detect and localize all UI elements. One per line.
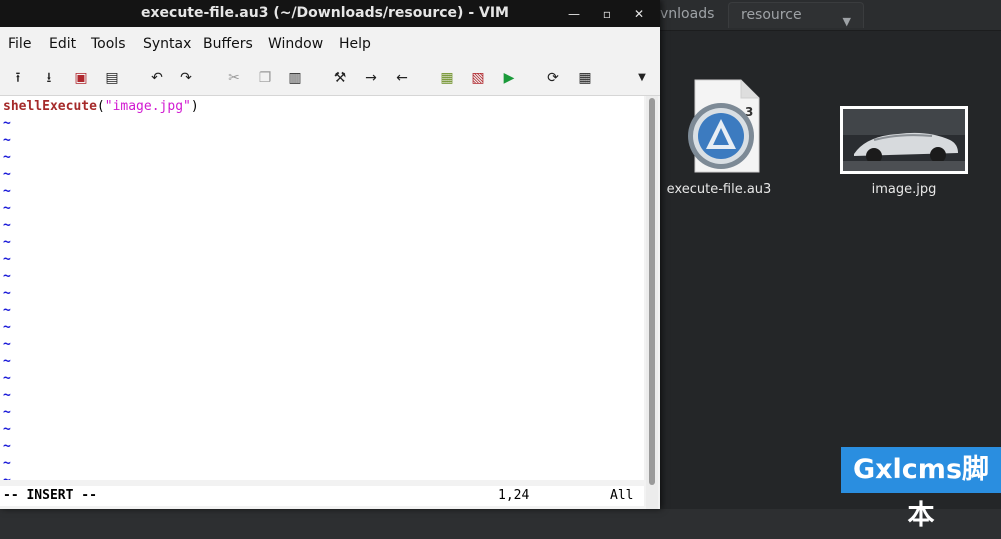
code-paren-close: ) bbox=[190, 99, 199, 114]
file-label: image.jpg bbox=[871, 182, 937, 197]
code-paren-open: ( bbox=[96, 99, 105, 114]
cut-icon[interactable]: ✂ bbox=[224, 68, 244, 88]
find-prev-icon[interactable]: ← bbox=[392, 68, 412, 88]
empty-line-marker: ~ bbox=[3, 133, 11, 148]
code-function: shellExecute bbox=[3, 99, 97, 114]
vertical-scrollbar[interactable] bbox=[646, 96, 658, 509]
editor-text-area[interactable]: shellExecute("image.jpg") ~ ~ ~ ~ ~ ~ ~ … bbox=[0, 96, 644, 480]
autoit-file-icon: 3 bbox=[688, 79, 760, 173]
save-session-icon[interactable]: ▧ bbox=[468, 68, 488, 88]
minimize-icon[interactable]: — bbox=[565, 5, 583, 23]
empty-line-marker: ~ bbox=[3, 354, 11, 369]
menu-edit[interactable]: Edit bbox=[49, 27, 76, 62]
window-title: execute-file.au3 (~/Downloads/resource) … bbox=[141, 5, 509, 21]
more-icon[interactable]: ▼ bbox=[632, 68, 652, 88]
file-item-jpg[interactable]: image.jpg bbox=[840, 106, 968, 197]
empty-line-marker: ~ bbox=[3, 269, 11, 284]
empty-line-marker: ~ bbox=[3, 218, 11, 233]
empty-line-marker: ~ bbox=[3, 320, 11, 335]
empty-line-marker: ~ bbox=[3, 439, 11, 454]
path-tab-resource-label: resource bbox=[741, 7, 802, 23]
empty-line-marker: ~ bbox=[3, 167, 11, 182]
print-icon[interactable]: ▤ bbox=[102, 68, 122, 88]
file-item-au3[interactable]: 3 execute-file.au3 bbox=[662, 78, 776, 197]
undo-icon[interactable]: ↶ bbox=[147, 68, 167, 88]
title-bar[interactable]: execute-file.au3 (~/Downloads/resource) … bbox=[0, 0, 660, 27]
save-icon[interactable]: ⭳ bbox=[39, 68, 59, 88]
path-tab-resource[interactable]: resource ▼ bbox=[728, 2, 864, 28]
menu-syntax[interactable]: Syntax bbox=[143, 27, 191, 62]
mode-indicator: -- INSERT -- bbox=[3, 488, 97, 503]
chevron-down-icon[interactable]: ▼ bbox=[843, 9, 851, 34]
close-icon[interactable]: ✕ bbox=[630, 5, 648, 23]
code-line: shellExecute("image.jpg") bbox=[3, 98, 199, 115]
find-next-icon[interactable]: → bbox=[361, 68, 381, 88]
empty-line-marker: ~ bbox=[3, 201, 11, 216]
scroll-position: All bbox=[610, 488, 634, 503]
empty-line-marker: ~ bbox=[3, 456, 11, 471]
maximize-icon[interactable]: ▫ bbox=[598, 5, 616, 23]
menu-tools[interactable]: Tools bbox=[91, 27, 126, 62]
ctags-icon[interactable]: ▦ bbox=[575, 68, 595, 88]
paste-icon[interactable]: ▥ bbox=[285, 68, 305, 88]
load-session-icon[interactable]: ▦ bbox=[437, 68, 457, 88]
empty-line-marker: ~ bbox=[3, 184, 11, 199]
code-string: "image.jpg" bbox=[104, 99, 191, 114]
watermark: Gxlcms脚本 bbox=[841, 447, 1001, 531]
menu-file[interactable]: File bbox=[8, 27, 31, 62]
toolbar: ⭱ ⭳ ▣ ▤ ↶ ↷ ✂ ❐ ▥ ⚒ → ← ▦ ▧ ▶ ⟳ ▦ ▼ bbox=[0, 62, 660, 96]
menu-buffers[interactable]: Buffers bbox=[203, 27, 253, 62]
empty-line-marker: ~ bbox=[3, 388, 11, 403]
empty-line-marker: ~ bbox=[3, 235, 11, 250]
run-script-icon[interactable]: ▶ bbox=[499, 68, 519, 88]
empty-line-marker: ~ bbox=[3, 337, 11, 352]
file-label: execute-file.au3 bbox=[666, 182, 772, 197]
image-thumbnail-icon bbox=[840, 106, 968, 174]
scrollbar-thumb[interactable] bbox=[649, 98, 655, 485]
open-icon[interactable]: ⭱ bbox=[8, 68, 28, 88]
vim-window: execute-file.au3 (~/Downloads/resource) … bbox=[0, 0, 660, 509]
find-replace-icon[interactable]: ⚒ bbox=[330, 68, 350, 88]
empty-line-marker: ~ bbox=[3, 116, 11, 131]
cursor-position: 1,24 bbox=[498, 488, 530, 503]
make-icon[interactable]: ⟳ bbox=[543, 68, 563, 88]
empty-line-marker: ~ bbox=[3, 286, 11, 301]
menu-bar: File Edit Tools Syntax Buffers Window He… bbox=[0, 27, 660, 62]
empty-line-marker: ~ bbox=[3, 150, 11, 165]
empty-line-marker: ~ bbox=[3, 303, 11, 318]
menu-help[interactable]: Help bbox=[339, 27, 371, 62]
status-line: -- INSERT -- 1,24 All bbox=[0, 486, 644, 506]
menu-window[interactable]: Window bbox=[268, 27, 323, 62]
save-all-icon[interactable]: ▣ bbox=[71, 68, 91, 88]
empty-line-marker: ~ bbox=[3, 422, 11, 437]
empty-line-marker: ~ bbox=[3, 371, 11, 386]
empty-line-marker: ~ bbox=[3, 252, 11, 267]
copy-icon[interactable]: ❐ bbox=[255, 68, 275, 88]
redo-icon[interactable]: ↷ bbox=[176, 68, 196, 88]
empty-line-marker: ~ bbox=[3, 472, 11, 480]
empty-line-marker: ~ bbox=[3, 405, 11, 420]
